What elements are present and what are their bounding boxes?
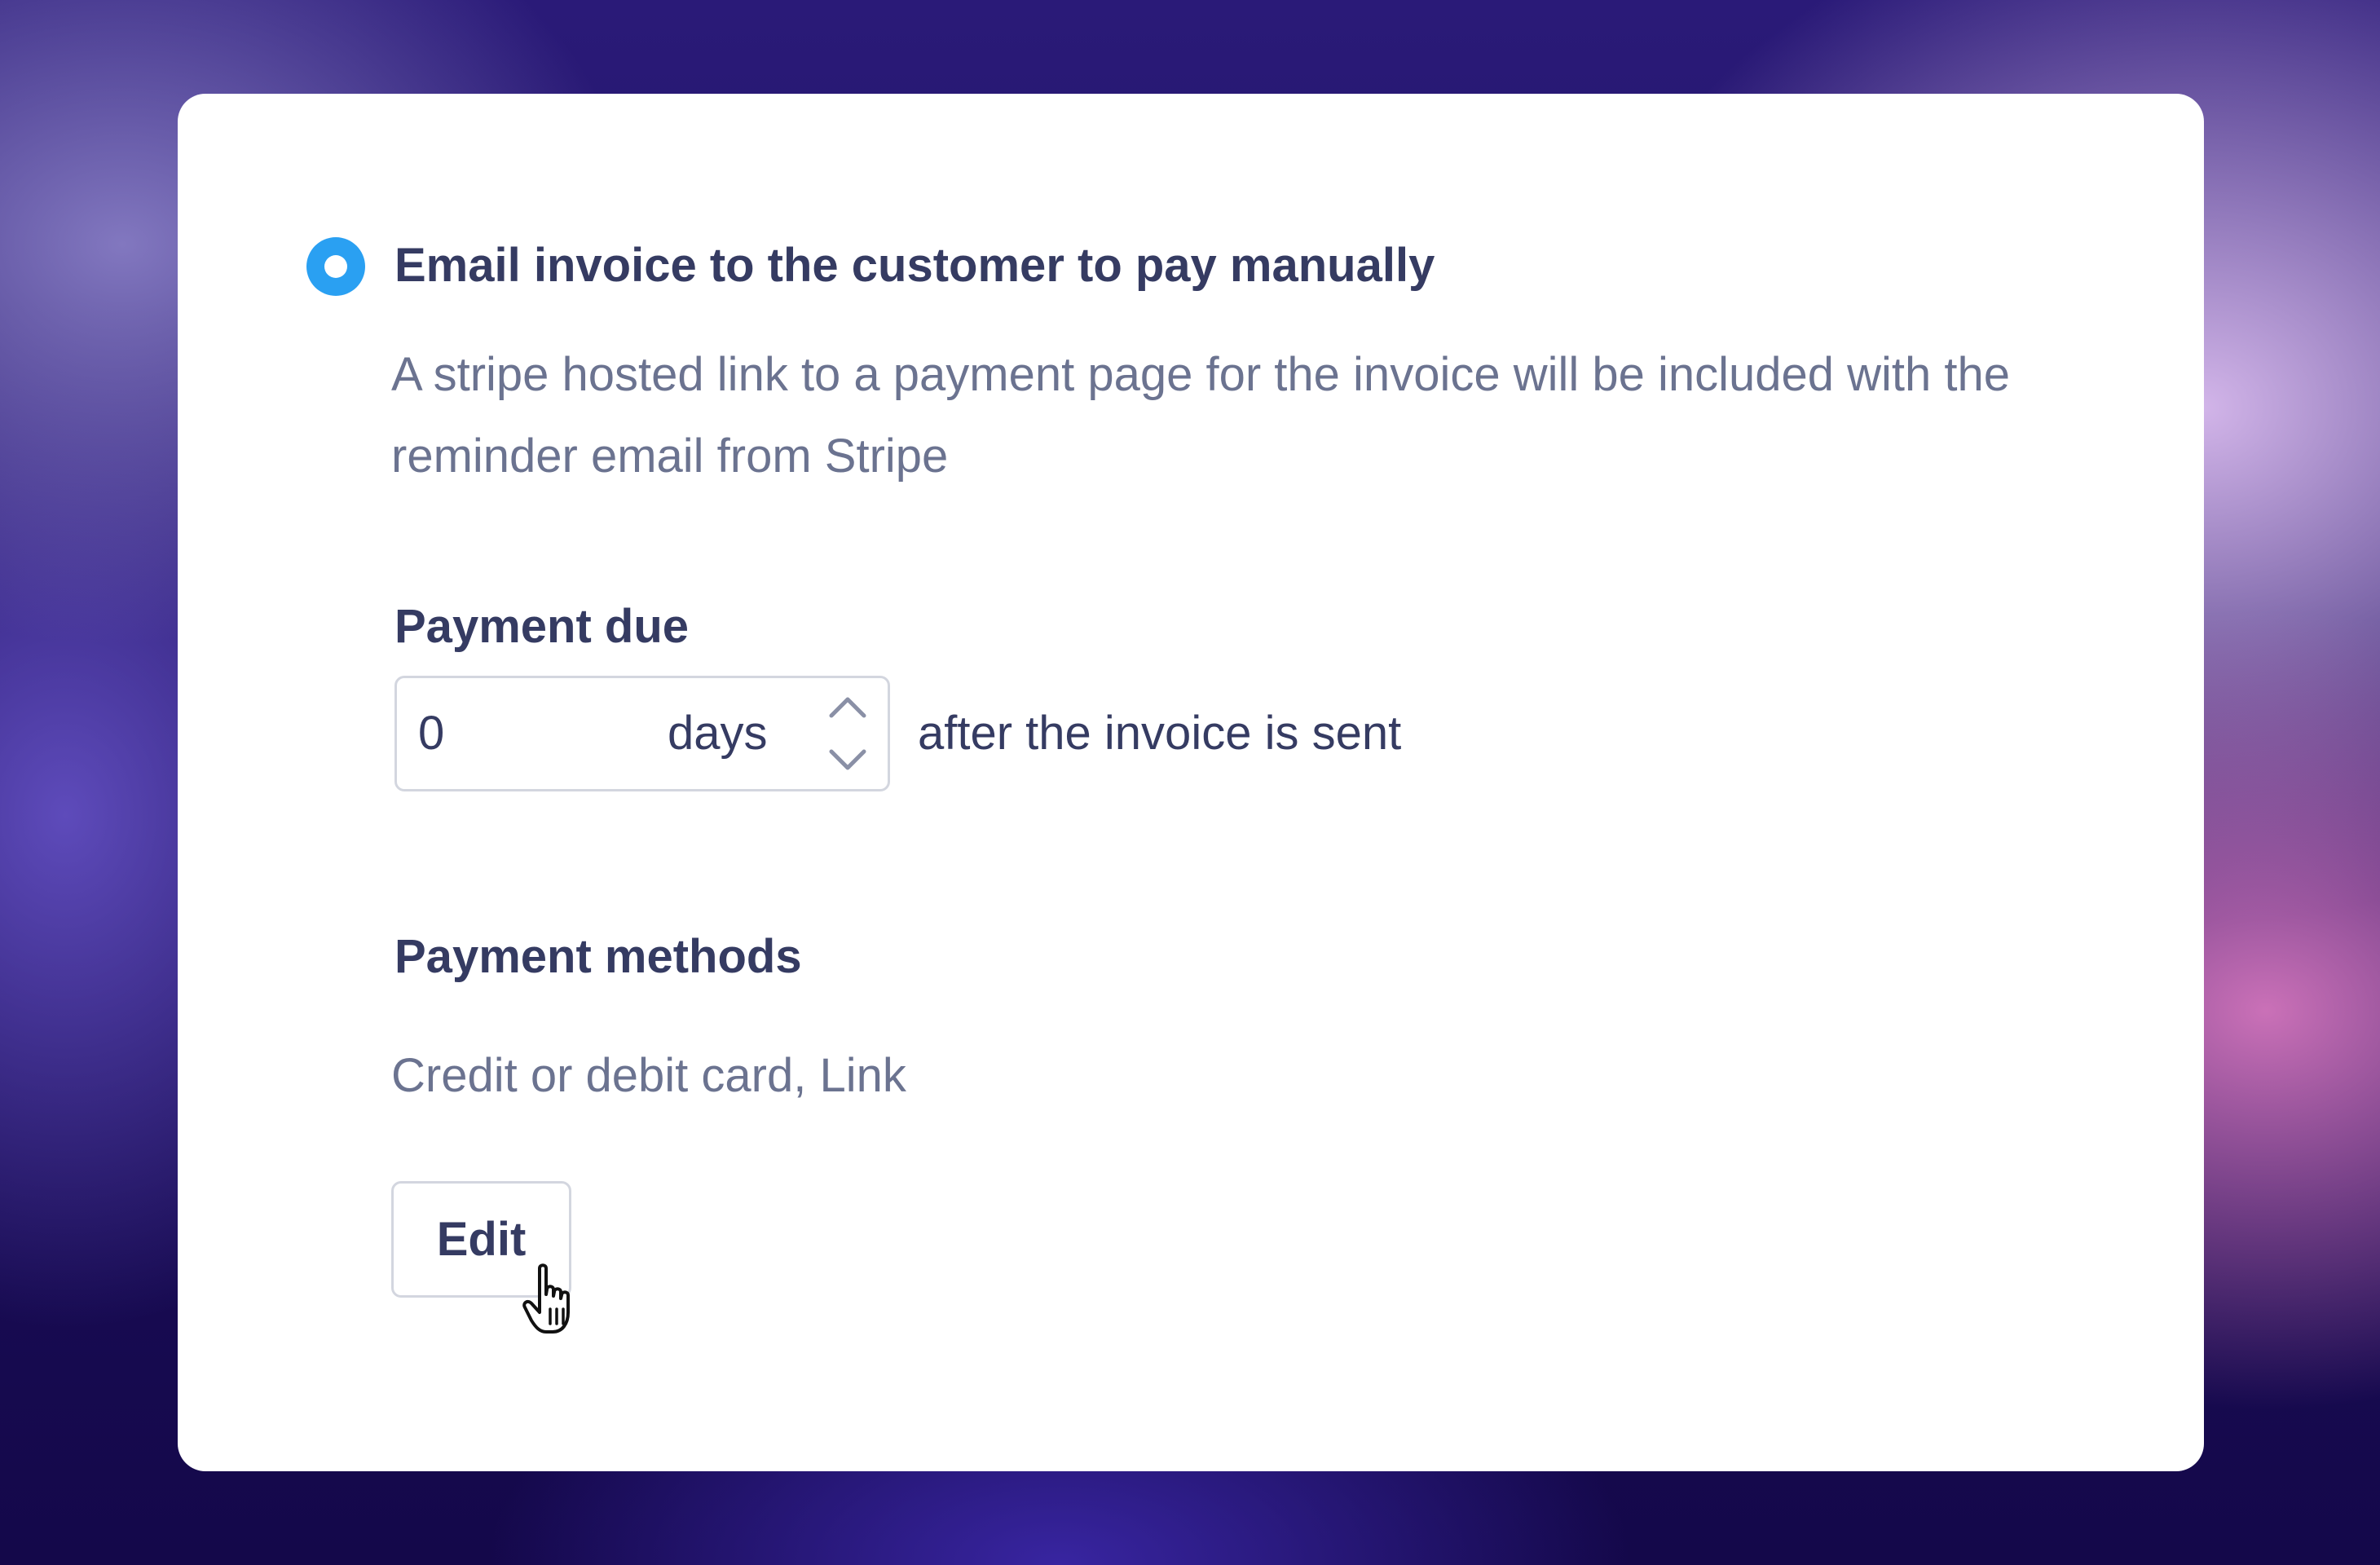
payment-due-label: Payment due	[394, 600, 689, 653]
payment-methods-value: Credit or debit card, Link	[391, 1049, 906, 1102]
option-description: A stripe hosted link to a payment page f…	[391, 348, 2011, 483]
payment-methods-label: Payment methods	[394, 930, 802, 983]
payment-due-suffix: after the invoice is sent	[918, 707, 1402, 760]
chevron-down-icon[interactable]	[825, 743, 870, 776]
payment-due-unit: days	[668, 707, 768, 760]
chevron-up-icon[interactable]	[825, 691, 870, 724]
payment-due-stepper[interactable]: 0 days	[394, 676, 890, 791]
hand-pointer-cursor-icon	[522, 1263, 570, 1334]
radio-dot	[324, 255, 347, 278]
radio-selected-icon[interactable]	[306, 237, 365, 296]
payment-due-value[interactable]: 0	[418, 704, 444, 763]
option-title[interactable]: Email invoice to the customer to pay man…	[394, 236, 1435, 295]
